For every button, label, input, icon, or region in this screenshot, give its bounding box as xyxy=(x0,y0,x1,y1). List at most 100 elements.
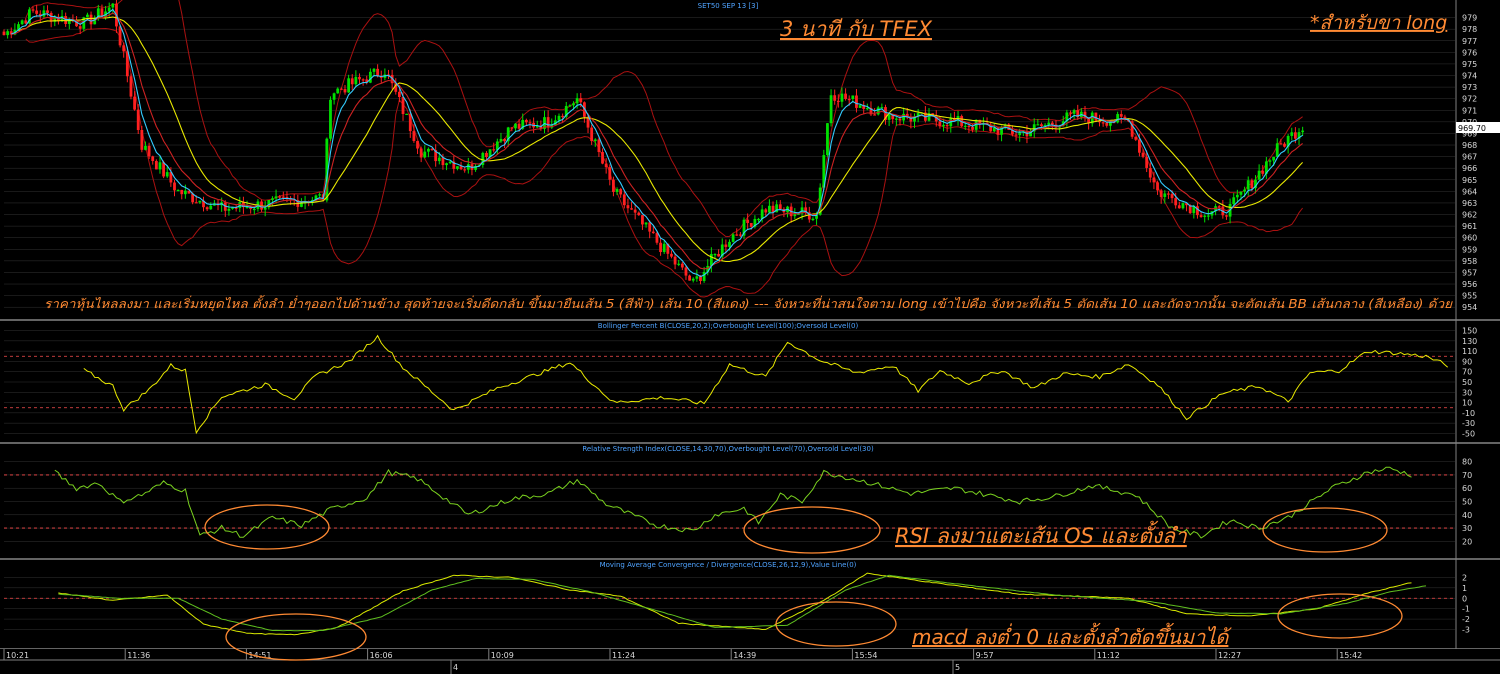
candle-body xyxy=(1141,152,1145,157)
last-price-label: 969.70 xyxy=(1458,124,1486,133)
trading-chart: SET50 SEP 13 [3] Bollinger Percent B(CLO… xyxy=(0,0,1500,674)
candle-body xyxy=(836,100,840,103)
candle-body xyxy=(778,204,782,210)
candle-body xyxy=(898,118,902,121)
candle-body xyxy=(644,222,648,225)
candle-body xyxy=(967,125,971,128)
rsi-line xyxy=(54,466,1412,539)
price-tick-label: 973 xyxy=(1462,83,1477,92)
candle-body xyxy=(713,254,717,256)
candle-body xyxy=(361,79,365,81)
candle-body xyxy=(735,234,739,236)
candle-body xyxy=(42,10,46,17)
rsi-tick-label: 70 xyxy=(1462,471,1472,480)
candle-body xyxy=(419,148,423,158)
candle-body xyxy=(140,129,144,150)
candle-body xyxy=(1040,124,1043,127)
candle-body xyxy=(876,107,880,115)
price-tick-label: 972 xyxy=(1462,95,1477,104)
candle-body xyxy=(691,278,695,281)
macd-tick-label: -1 xyxy=(1462,605,1470,614)
candle-body xyxy=(1018,132,1022,136)
candle-body xyxy=(405,113,409,115)
candle-body xyxy=(1036,124,1040,126)
candle-body xyxy=(1217,206,1221,208)
candle-body xyxy=(503,138,506,142)
candle-body xyxy=(873,114,876,116)
candle-body xyxy=(329,99,332,139)
price-tick-label: 957 xyxy=(1462,268,1477,277)
candle-body xyxy=(1301,130,1305,133)
candle-body xyxy=(942,124,945,127)
candle-body xyxy=(46,10,49,13)
candle-body xyxy=(180,189,184,195)
rsi-panel-title: Relative Strength Index(CLOSE,14,30,70),… xyxy=(582,445,874,453)
candle-body xyxy=(1246,180,1250,190)
candle-body xyxy=(456,166,459,169)
price-tick-label: 976 xyxy=(1462,48,1477,57)
x-tick-label: 10:09 xyxy=(491,651,514,660)
pb-tick-label: 30 xyxy=(1462,388,1472,397)
candle-body xyxy=(1283,143,1286,147)
timeframe-note: 3 นาที กับ TFEX xyxy=(780,17,933,41)
candle-body xyxy=(6,31,10,36)
candle-body xyxy=(1196,206,1199,216)
y-axes: 954 955 956 957 958 959 960 961 962 963 964 965 966 9… xyxy=(1462,14,1477,635)
candle-body xyxy=(510,127,514,129)
candle-body xyxy=(332,93,336,100)
candle-body xyxy=(162,162,166,177)
macd-tick-label: -2 xyxy=(1462,615,1470,624)
candle-body xyxy=(677,263,681,265)
candle-body xyxy=(205,207,209,210)
candle-body xyxy=(1014,134,1018,136)
candle-body xyxy=(826,123,829,156)
candle-body xyxy=(662,243,666,253)
candle-body xyxy=(938,121,942,127)
candle-body xyxy=(604,163,608,168)
macd-tick-label: 1 xyxy=(1462,584,1467,593)
candle-body xyxy=(1167,193,1170,195)
candle-body xyxy=(35,10,39,14)
x-tick-label: 11:36 xyxy=(127,651,150,660)
pb-tick-label: 110 xyxy=(1462,347,1477,356)
percentb-line xyxy=(83,334,1449,435)
candle-body xyxy=(252,208,256,211)
candle-body xyxy=(165,172,169,177)
price-tick-label: 960 xyxy=(1462,234,1477,243)
x-tick-label: 9:57 xyxy=(976,651,994,660)
candle-body xyxy=(278,196,282,198)
candle-body xyxy=(158,162,162,170)
candle-body xyxy=(648,222,652,232)
candle-body xyxy=(1206,215,1210,217)
candle-body xyxy=(670,253,673,257)
candle-body xyxy=(427,148,430,152)
candle-body xyxy=(608,167,612,180)
candle-body xyxy=(445,163,448,166)
candle-body xyxy=(154,161,158,170)
candle-body xyxy=(1116,114,1120,123)
candle-body xyxy=(372,68,376,72)
candle-body xyxy=(1119,114,1123,117)
candle-body xyxy=(31,9,35,11)
pb-tick-label: 10 xyxy=(1462,399,1472,408)
price-tick-label: 955 xyxy=(1462,292,1477,301)
candle-body xyxy=(568,105,572,107)
price-panel xyxy=(2,0,1305,298)
candle-body xyxy=(731,234,735,242)
candle-body xyxy=(1261,170,1265,174)
candle-body xyxy=(1203,215,1207,217)
candle-body xyxy=(601,152,604,164)
price-tick-label: 971 xyxy=(1462,106,1477,115)
candle-body xyxy=(173,182,176,191)
price-tick-label: 964 xyxy=(1462,187,1477,196)
price-tick-label: 961 xyxy=(1462,222,1477,231)
candle-body xyxy=(485,152,488,158)
candle-body xyxy=(738,234,742,236)
candle-body xyxy=(717,254,721,257)
price-tick-label: 967 xyxy=(1462,153,1477,162)
candle-body xyxy=(499,138,503,142)
pb-tick-label: 70 xyxy=(1462,368,1472,377)
candle-body xyxy=(945,124,949,127)
pb-tick-label: 90 xyxy=(1462,357,1472,366)
price-tick-label: 959 xyxy=(1462,245,1477,254)
